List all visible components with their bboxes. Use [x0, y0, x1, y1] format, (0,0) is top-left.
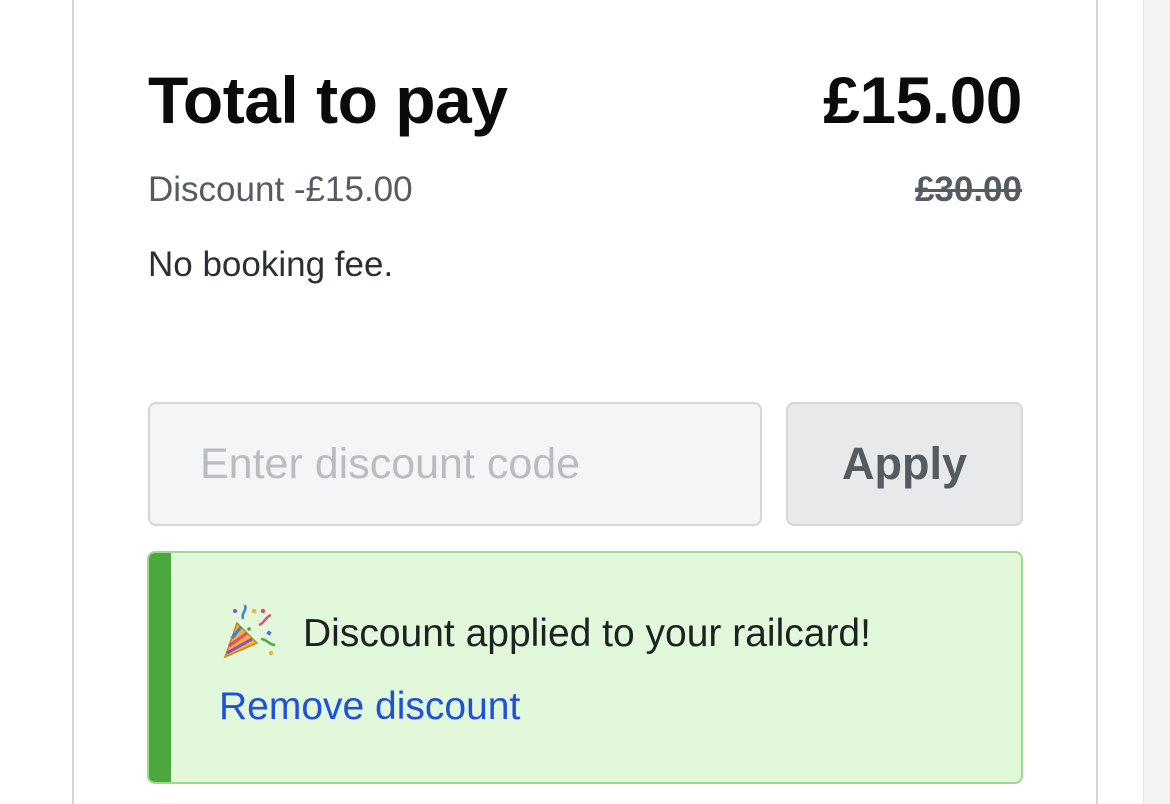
total-amount: £15.00	[823, 63, 1022, 137]
remove-discount-link[interactable]: Remove discount	[219, 683, 520, 731]
scrollbar-track[interactable]	[1143, 0, 1170, 804]
discount-code-input[interactable]	[148, 402, 762, 526]
party-popper-icon	[223, 604, 276, 659]
discount-amount-label: Discount -£15.00	[148, 170, 413, 209]
checkout-page: Total to pay £15.00 Discount -£15.00 £30…	[0, 0, 1170, 804]
original-price-strikethrough: £30.00	[914, 170, 1022, 209]
booking-fee-note: No booking fee.	[148, 245, 394, 284]
apply-discount-button[interactable]: Apply	[786, 402, 1023, 526]
alert-accent-bar	[149, 553, 171, 782]
discount-applied-message: Discount applied to your railcard!	[303, 612, 871, 655]
discount-applied-alert: Discount applied to your railcard! Remov…	[147, 551, 1023, 784]
total-to-pay-label: Total to pay	[148, 63, 508, 137]
